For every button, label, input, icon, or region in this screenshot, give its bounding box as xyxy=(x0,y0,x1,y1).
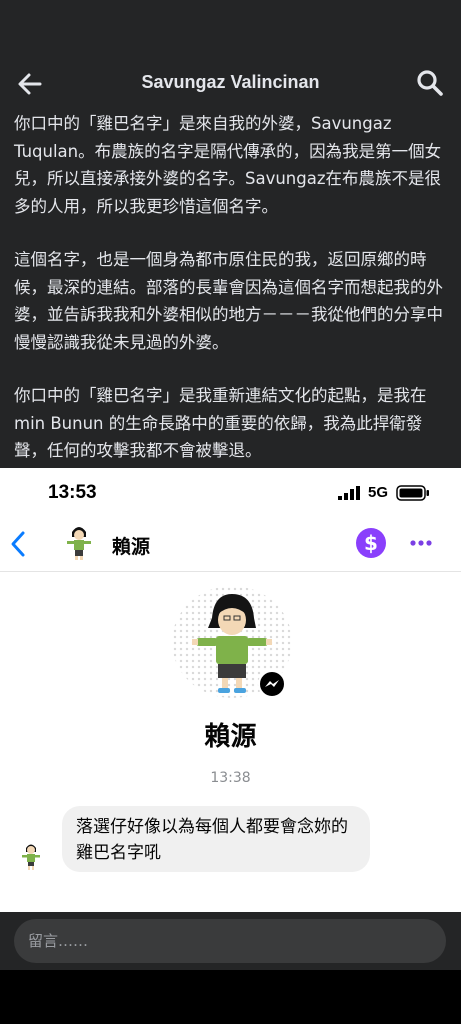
avatar[interactable] xyxy=(64,524,94,562)
status-bar: 13:53 5G xyxy=(0,468,461,518)
post-body: 你口中的「雞巴名字」是來自我的外婆，Savungaz Tuqulan。布農族的名… xyxy=(14,110,446,491)
message-bubble[interactable]: 落選仔好像以為每個人都要會念妳的雞巴名字吼 xyxy=(62,806,370,872)
chevron-left-icon xyxy=(11,531,25,557)
page-title: Savungaz Valincinan xyxy=(141,72,320,92)
network-label: 5G xyxy=(368,484,389,501)
battery-icon xyxy=(396,485,429,501)
more-dots-icon[interactable] xyxy=(406,534,436,552)
search-icon xyxy=(417,70,443,96)
chat-contact-name: 賴源 xyxy=(112,536,151,558)
messenger-icon xyxy=(258,670,286,698)
post-paragraph: 這個名字，也是一個身為都市原住民的我，返回原鄉的時候，最深的連結。部落的長輩會因… xyxy=(14,250,443,352)
status-time: 13:53 xyxy=(48,482,97,503)
dollar-icon: $ xyxy=(364,531,378,555)
pay-button[interactable]: $ xyxy=(356,528,386,558)
comment-input[interactable] xyxy=(14,919,446,963)
message-timestamp: 13:38 xyxy=(210,770,251,786)
post-viewer: Savungaz Valincinan 你口中的「雞巴名字」是來自我的外婆，Sa… xyxy=(0,0,461,468)
post-paragraph: 你口中的「雞巴名字」是我重新連結文化的起點，是我在min Bunun 的生命長路… xyxy=(14,386,427,460)
back-button[interactable] xyxy=(14,68,46,100)
post-paragraph: 你口中的「雞巴名字」是來自我的外婆，Savungaz Tuqulan。布農族的名… xyxy=(14,114,442,216)
sender-avatar xyxy=(22,844,40,870)
comment-bar xyxy=(0,912,461,970)
chat-back-button[interactable] xyxy=(8,530,28,558)
search-button[interactable] xyxy=(415,68,445,98)
top-bar: Savungaz Valincinan xyxy=(0,60,461,106)
back-arrow-icon xyxy=(18,73,42,95)
bottom-bezel xyxy=(0,970,461,1024)
signal-icon xyxy=(338,486,360,500)
chat-header: 賴源 $ xyxy=(0,518,461,572)
profile-name: 賴源 xyxy=(204,722,257,752)
messenger-screenshot: 13:53 5G 賴源 $ 賴源 13:38 落選仔好像以為每個人都要會念妳的雞… xyxy=(0,468,461,912)
